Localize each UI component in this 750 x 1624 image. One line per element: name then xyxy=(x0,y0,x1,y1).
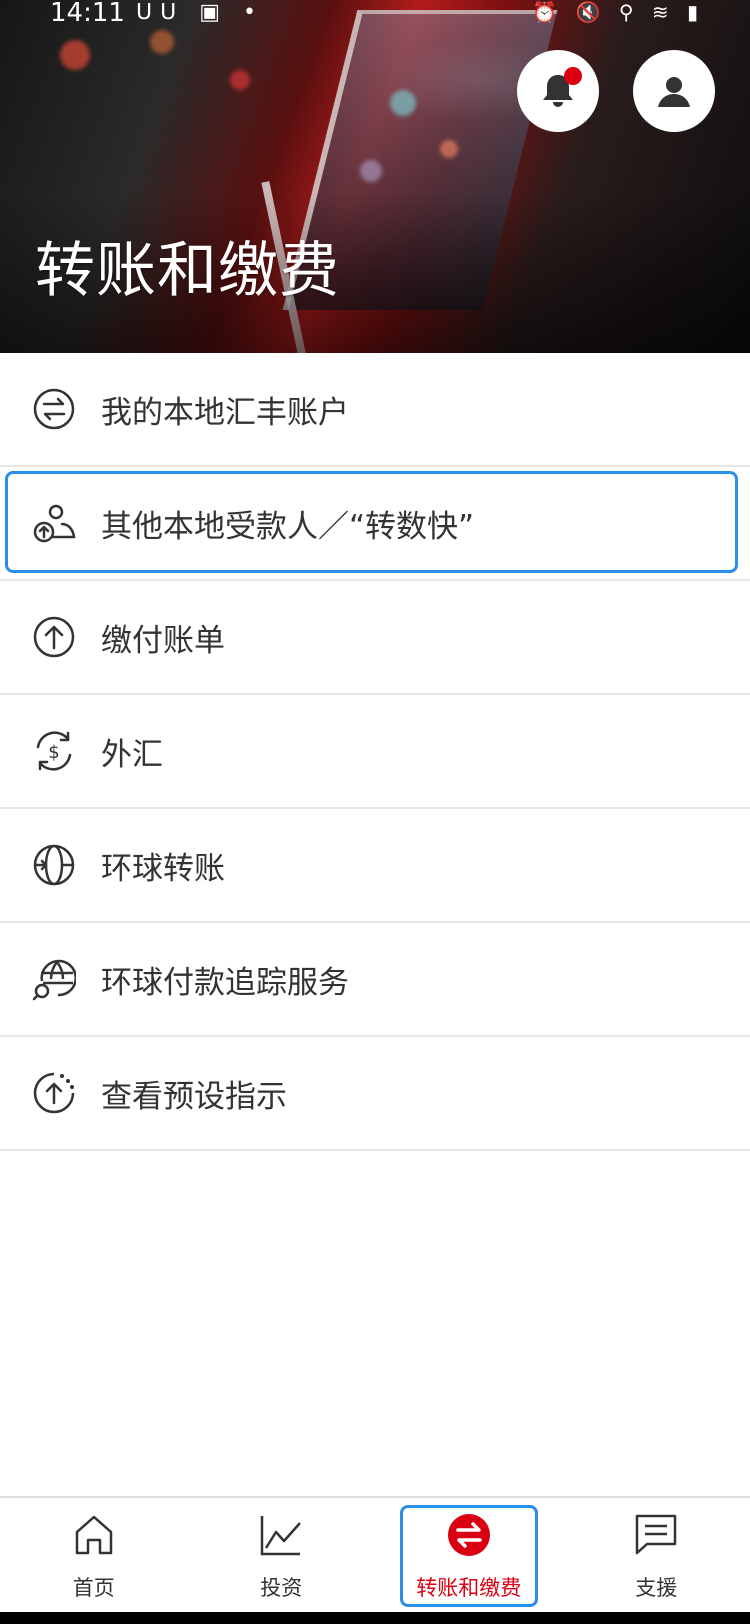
menu-item-label: 我的本地汇丰账户 xyxy=(101,394,349,431)
scheduled-instruction-icon xyxy=(33,1072,75,1114)
notifications-button[interactable] xyxy=(517,50,599,132)
transfer-menu: 我的本地汇丰账户 其他本地受款人／“转数快” 缴付账单 $ 外汇 环球转账 环球… xyxy=(0,353,750,1151)
menu-item-global-transfers[interactable]: 环球转账 xyxy=(0,809,750,923)
user-icon xyxy=(658,77,690,107)
home-icon xyxy=(75,1515,112,1555)
menu-item-label: 其他本地受款人／“转数快” xyxy=(101,508,475,545)
menu-item-label: 环球付款追踪服务 xyxy=(101,964,349,1001)
nav-tab-label: 投资 xyxy=(260,1576,303,1600)
nav-tab-home[interactable]: 首页 xyxy=(0,1498,188,1614)
currency-exchange-icon: $ xyxy=(36,731,72,771)
menu-item-global-payment-tracker[interactable]: 环球付款追踪服务 xyxy=(0,923,750,1037)
menu-item-label: 查看预设指示 xyxy=(101,1078,287,1115)
status-time: 14:11 xyxy=(50,0,125,28)
nav-tab-label: 首页 xyxy=(72,1576,115,1600)
payee-person-icon xyxy=(33,504,76,543)
transfer-icon xyxy=(447,1514,490,1556)
menu-item-view-standing-instructions[interactable]: 查看预设指示 xyxy=(0,1037,750,1151)
chat-icon xyxy=(636,1514,677,1555)
status-system-icons: ⏰ 🔇 ⚲ ≋ ▮ xyxy=(532,0,704,24)
status-notification-icons: ᑌᑌ ▣ • xyxy=(136,0,264,25)
status-bar: 14:11 ᑌᑌ ▣ • ⏰ 🔇 ⚲ ≋ ▮ xyxy=(0,0,750,28)
menu-item-my-local-accounts[interactable]: 我的本地汇丰账户 xyxy=(0,353,750,467)
chart-icon xyxy=(261,1516,302,1556)
nav-tab-label: 转账和缴费 xyxy=(416,1576,522,1600)
menu-item-label: 缴付账单 xyxy=(101,622,225,659)
menu-item-foreign-exchange[interactable]: $ 外汇 xyxy=(0,695,750,809)
nav-tab-investments[interactable]: 投资 xyxy=(188,1498,376,1614)
menu-item-pay-bills[interactable]: 缴付账单 xyxy=(0,581,750,695)
globe-transfer-icon xyxy=(33,844,75,886)
transfer-arrows-icon xyxy=(33,388,75,430)
menu-item-label: 外汇 xyxy=(101,736,163,773)
bottom-navigation: 首页 投资 转账和缴费 支援 xyxy=(0,1496,750,1612)
menu-item-label: 环球转账 xyxy=(101,850,225,887)
nav-tab-transfers-payments[interactable]: 转账和缴费 xyxy=(375,1498,563,1614)
arrow-up-circle-icon xyxy=(33,616,75,658)
nav-tab-support[interactable]: 支援 xyxy=(563,1498,750,1614)
page-title: 转账和缴费 xyxy=(35,236,340,306)
globe-search-icon xyxy=(32,959,76,1001)
menu-item-other-payees-fps[interactable]: 其他本地受款人／“转数快” xyxy=(0,467,750,581)
nav-tab-label: 支援 xyxy=(635,1576,678,1600)
system-gesture-bar xyxy=(0,1612,750,1624)
notification-badge xyxy=(564,67,582,85)
svg-text:$: $ xyxy=(48,742,59,763)
profile-button[interactable] xyxy=(633,50,715,132)
